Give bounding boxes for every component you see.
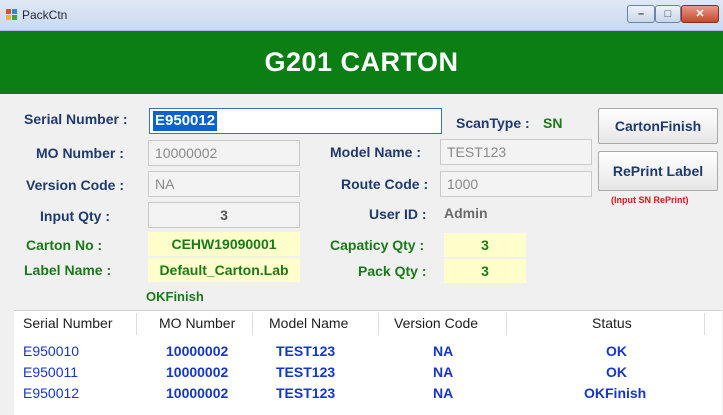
table-row-version[interactable]: NA [433, 343, 453, 359]
table-row-status[interactable]: OKFinish [584, 385, 646, 401]
reprint-note: (Input SN RePrint) [611, 195, 689, 205]
route-code-label: Route Code : [341, 176, 429, 192]
table-row-serial[interactable]: E950012 [23, 385, 79, 401]
route-code-field[interactable]: 1000 [440, 171, 592, 197]
serial-number-value: E950012 [153, 111, 218, 131]
mo-number-label: MO Number : [36, 145, 124, 161]
capacity-qty-label: Capaticy Qty : [330, 237, 425, 253]
carton-no-label: Carton No : [26, 237, 103, 253]
carton-no-value: CEHW19090001 [148, 232, 300, 256]
user-id-value: Admin [444, 205, 488, 221]
column-divider [378, 313, 379, 335]
table-row-mo[interactable]: 10000002 [166, 343, 228, 359]
label-name-value: Default_Carton.Lab [148, 258, 300, 282]
capacity-qty-value: 3 [444, 233, 526, 257]
maximize-icon: □ [664, 8, 672, 20]
window-title: PackCtn [22, 8, 68, 22]
scantype-value: SN [543, 115, 563, 131]
table-row-serial[interactable]: E950010 [23, 343, 79, 359]
column-header-serial[interactable]: Serial Number [23, 315, 112, 331]
serial-number-label: Serial Number : [24, 111, 128, 127]
column-header-status[interactable]: Status [592, 315, 632, 331]
table-row-model[interactable]: TEST123 [276, 364, 335, 380]
header-banner: G201 CARTON [0, 31, 723, 94]
user-id-label: User ID : [369, 206, 427, 222]
maximize-button[interactable]: □ [655, 5, 681, 23]
column-divider [506, 313, 507, 335]
table-row-status[interactable]: OK [606, 343, 627, 359]
column-header-version[interactable]: Version Code [394, 315, 478, 331]
table-row-version[interactable]: NA [433, 364, 453, 380]
table-row-serial[interactable]: E950011 [23, 364, 78, 380]
carton-finish-button[interactable]: CartonFinish [598, 108, 718, 144]
pack-qty-label: Pack Qty : [358, 263, 427, 279]
column-header-mo[interactable]: MO Number [159, 315, 235, 331]
carton-grid[interactable]: Serial Number MO Number Model Name Versi… [14, 310, 722, 415]
column-divider [136, 313, 137, 335]
minimize-button[interactable]: – [627, 5, 655, 23]
scantype-label: ScanType : [456, 115, 530, 131]
table-row-version[interactable]: NA [433, 385, 453, 401]
page-title: G201 CARTON [264, 47, 459, 77]
column-divider [252, 313, 253, 335]
version-code-field[interactable]: NA [148, 171, 300, 197]
window-titlebar[interactable]: PackCtn – □ ✕ [0, 0, 723, 31]
status-message: OKFinish [146, 289, 204, 304]
column-header-model[interactable]: Model Name [269, 315, 348, 331]
minimize-icon: – [637, 8, 645, 20]
close-icon: ✕ [695, 8, 705, 20]
label-name-label: Label Name : [24, 262, 112, 278]
close-button[interactable]: ✕ [681, 5, 719, 23]
version-code-label: Version Code : [26, 177, 125, 193]
mo-number-field[interactable]: 10000002 [148, 140, 300, 166]
column-divider [704, 313, 705, 335]
serial-number-input[interactable]: E950012 [149, 108, 442, 134]
table-row-mo[interactable]: 10000002 [166, 385, 228, 401]
reprint-label-button[interactable]: RePrint Label [598, 151, 718, 191]
app-icon [6, 9, 17, 20]
table-row-status[interactable]: OK [606, 364, 627, 380]
table-row-model[interactable]: TEST123 [276, 343, 335, 359]
input-qty-field[interactable]: 3 [148, 202, 300, 228]
table-row-mo[interactable]: 10000002 [166, 364, 228, 380]
input-qty-label: Input Qty : [40, 208, 110, 224]
table-row-model[interactable]: TEST123 [276, 385, 335, 401]
pack-qty-value: 3 [444, 259, 526, 283]
model-name-field[interactable]: TEST123 [440, 139, 592, 165]
model-name-label: Model Name : [330, 144, 422, 160]
